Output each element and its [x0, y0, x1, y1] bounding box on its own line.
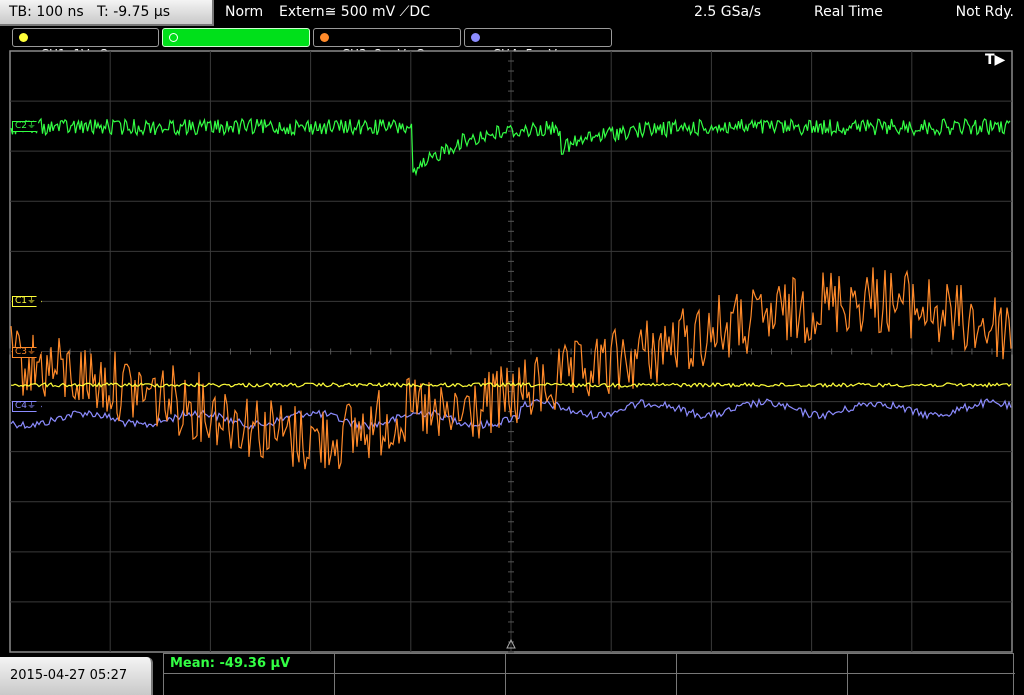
measurement-slot[interactable]	[506, 654, 677, 674]
trigger-position-marker: T▶	[985, 52, 1006, 68]
trigger-mode[interactable]: Norm	[225, 0, 263, 26]
measurement-slot[interactable]	[848, 654, 1015, 674]
acquisition-status: Not Rdy.	[955, 4, 1014, 20]
status-bar: TB: 100 ns T: -9.75 µs Norm Extern≅ 500 …	[0, 0, 1024, 26]
channel-tab-ch2[interactable]: CH2: 5 mV≅Ω	[162, 28, 310, 61]
measurement-panel[interactable]: Mean: -49.36 µV	[163, 653, 1015, 695]
ch4-ground-marker[interactable]: C4⏚	[12, 401, 43, 412]
measurement-slot[interactable]	[335, 674, 506, 695]
channel-dot-icon	[169, 33, 178, 42]
channel-tab-ch1[interactable]: CH1: 1V≅Ω	[12, 28, 159, 61]
channel-dot-icon	[471, 33, 480, 42]
ch3-ground-marker[interactable]: C3⏚	[12, 347, 43, 358]
channel-dot-icon	[19, 33, 28, 42]
waveform-display[interactable]	[0, 49, 1024, 654]
ch1-ground-marker[interactable]: C1⏚	[12, 296, 43, 307]
measurement-slot[interactable]	[677, 654, 848, 674]
ch2-ground-marker[interactable]: C2⏚	[12, 121, 43, 132]
acquisition-mode: Real Time	[814, 4, 883, 20]
date-time: 2015-04-27 05:27	[0, 657, 153, 695]
measurement-slot[interactable]	[506, 674, 677, 695]
trigger-settings[interactable]: Extern≅ 500 mV ⟋DC	[279, 0, 430, 26]
mean-measurement[interactable]: Mean: -49.36 µV	[164, 654, 335, 674]
sample-rate: 2.5 GSa/s	[694, 4, 762, 20]
measurement-slot[interactable]	[164, 674, 335, 695]
channel-dot-icon	[320, 33, 329, 42]
channel-tab-ch3[interactable]: CH3: 2 mV≅Ω	[313, 28, 461, 61]
timebase-readout[interactable]: TB: 100 ns T: -9.75 µs	[0, 0, 214, 26]
waveform-canvas	[9, 50, 1013, 653]
measurement-slot[interactable]	[848, 674, 1015, 695]
measurement-slot[interactable]	[335, 654, 506, 674]
measurement-slot[interactable]	[677, 674, 848, 695]
channel-tab-ch4[interactable]: CH4: 5 mV≅	[464, 28, 612, 61]
